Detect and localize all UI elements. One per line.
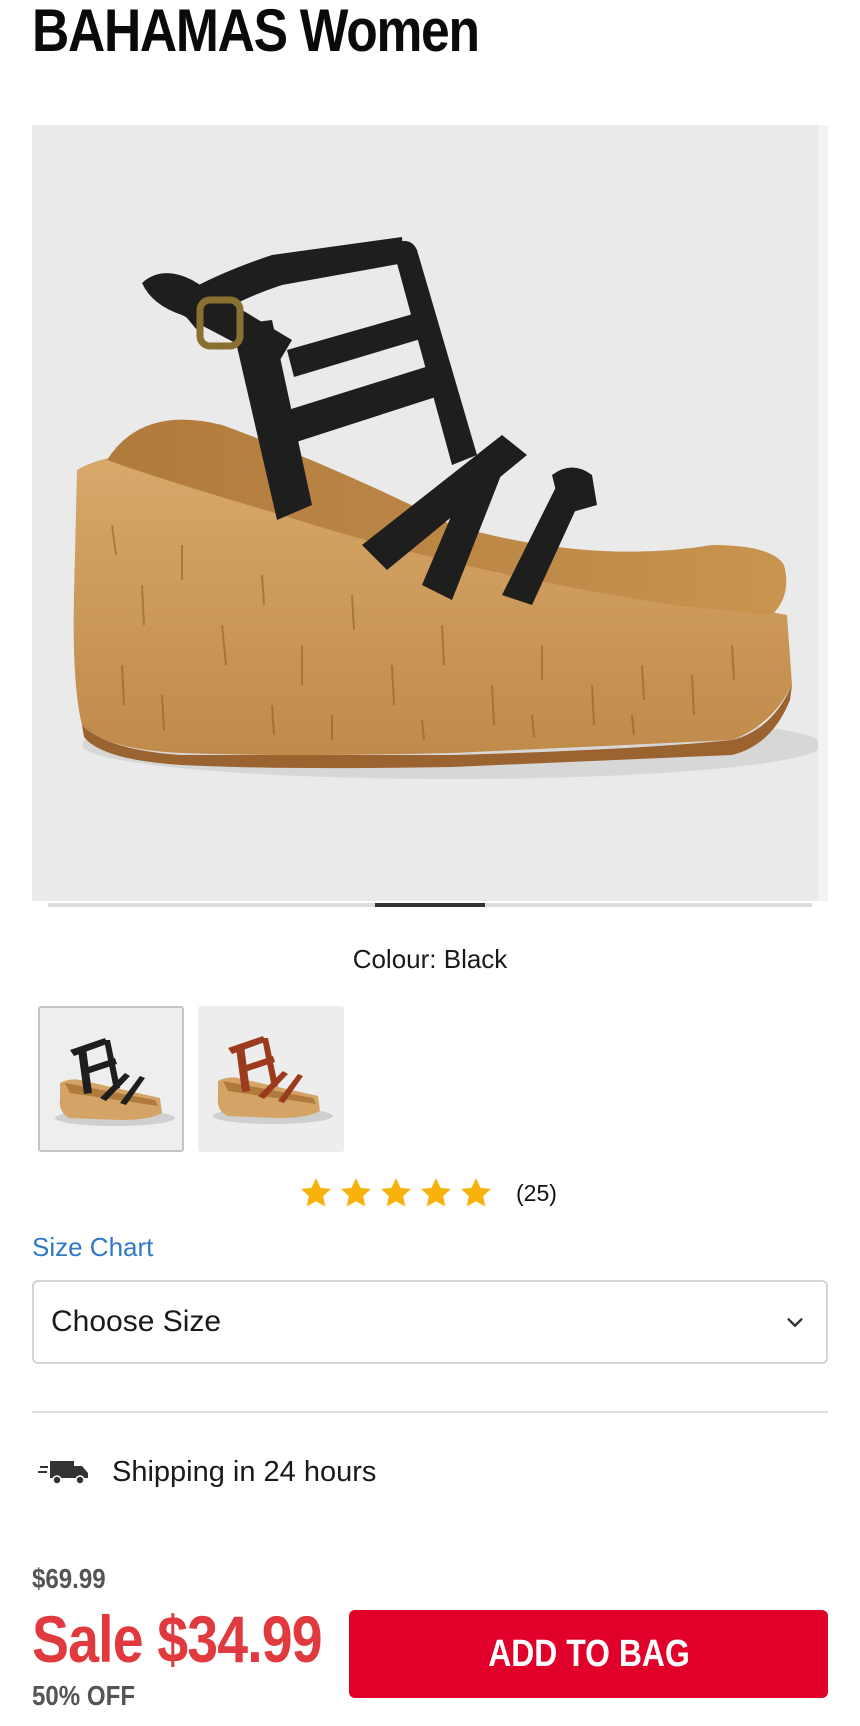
truck-icon <box>38 1461 88 1485</box>
shipping-text: Shipping in 24 hours <box>112 1455 377 1488</box>
divider <box>32 1411 828 1413</box>
gallery-pager-dot[interactable] <box>266 903 376 907</box>
colour-swatch-black[interactable] <box>38 1006 184 1152</box>
star-icon <box>301 1178 331 1207</box>
gallery-pager-dot[interactable] <box>157 903 267 907</box>
colour-swatch-cognac[interactable] <box>198 1006 344 1152</box>
add-to-bag-label: ADD TO BAG <box>487 1632 690 1675</box>
chevron-down-icon <box>787 1318 803 1327</box>
star-icon <box>461 1178 491 1207</box>
sale-price: Sale $34.99 <box>32 1602 323 1676</box>
gallery-pager[interactable] <box>48 903 812 907</box>
size-select-label: Choose Size <box>51 1305 222 1338</box>
colour-label: Colour: Black <box>352 944 508 974</box>
page-title: BAHAMAS Women <box>32 0 480 64</box>
gallery-pager-dot[interactable] <box>484 903 594 907</box>
star-icon <box>341 1178 371 1207</box>
star-icon <box>381 1178 411 1207</box>
shipping-info: Shipping in 24 hours <box>38 1452 376 1492</box>
discount-badge: 50% OFF <box>32 1680 136 1711</box>
size-select[interactable]: Choose Size <box>32 1280 828 1364</box>
gallery-edge <box>818 125 828 901</box>
gallery-pager-dot[interactable] <box>593 903 703 907</box>
original-price: $69.99 <box>32 1563 106 1594</box>
review-count[interactable]: (25) <box>516 1180 557 1207</box>
size-chart-link[interactable]: Size Chart <box>32 1232 153 1263</box>
star-icon <box>421 1178 451 1207</box>
rating[interactable]: (25) <box>298 1175 557 1211</box>
add-to-bag-button[interactable]: ADD TO BAG <box>349 1610 828 1698</box>
gallery-pager-dot-active[interactable] <box>375 903 485 907</box>
gallery-pager-dot[interactable] <box>702 903 812 907</box>
product-image <box>73 237 822 779</box>
swatch-image-black <box>55 1038 175 1126</box>
gallery-pager-dot[interactable] <box>48 903 158 907</box>
product-image-gallery[interactable] <box>32 125 828 901</box>
swatch-image-cognac <box>213 1036 333 1124</box>
